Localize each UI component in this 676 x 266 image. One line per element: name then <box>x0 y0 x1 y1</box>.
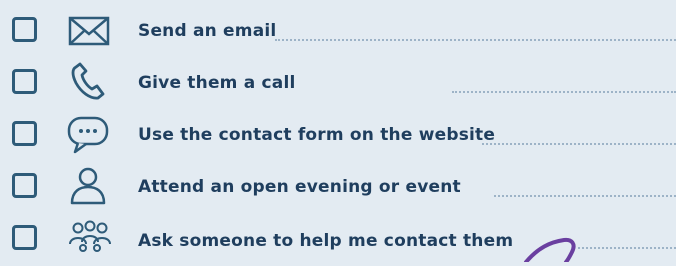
checkbox[interactable] <box>12 225 37 250</box>
answer-line[interactable] <box>452 91 676 93</box>
envelope-icon <box>66 12 114 52</box>
item-label: Ask someone to help me contact them <box>138 231 514 251</box>
checklist-item: Use the contact form on the website <box>0 108 676 160</box>
checklist-item: Give them a call <box>0 56 676 108</box>
answer-line[interactable] <box>275 39 676 41</box>
answer-line[interactable] <box>578 247 676 249</box>
checkbox[interactable] <box>12 121 37 146</box>
group-icon <box>66 220 114 260</box>
item-label: Send an email <box>138 21 277 41</box>
answer-line[interactable] <box>482 143 676 145</box>
item-label: Give them a call <box>138 73 296 93</box>
checkbox[interactable] <box>12 69 37 94</box>
checkbox[interactable] <box>12 173 37 198</box>
item-label: Attend an open evening or event <box>138 177 461 197</box>
checkbox[interactable] <box>12 17 37 42</box>
phone-icon <box>66 61 114 101</box>
person-icon <box>66 166 114 206</box>
answer-line[interactable] <box>494 195 676 197</box>
checklist-item: Send an email <box>0 4 676 56</box>
chat-bubble-icon <box>66 114 114 154</box>
checklist-item: Attend an open evening or event <box>0 160 676 212</box>
item-label: Use the contact form on the website <box>138 125 496 145</box>
pen-scribble <box>520 228 590 264</box>
